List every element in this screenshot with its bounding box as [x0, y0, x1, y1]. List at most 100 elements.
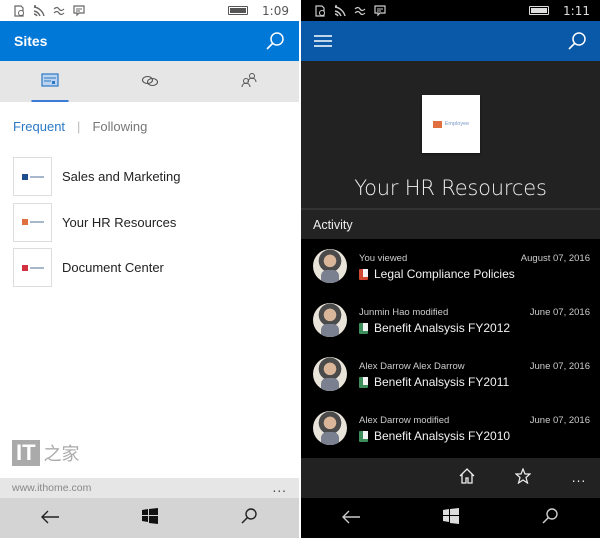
app-bar: [301, 21, 600, 61]
data-sense-icon: [353, 5, 367, 17]
site-thumbnail: [13, 248, 52, 288]
list-item[interactable]: Document Center: [13, 245, 299, 291]
list-item[interactable]: Your HR Resources: [13, 200, 299, 246]
activity-date: June 07, 2016: [529, 415, 590, 426]
avatar: [313, 411, 347, 445]
right-phone-screen: 1:11 Employee Your HR Resources Activity…: [301, 0, 600, 538]
windows-icon: [442, 508, 459, 528]
activity-date: June 07, 2016: [529, 361, 590, 372]
home-icon: [459, 468, 475, 488]
page-title: Sites: [14, 33, 48, 49]
site-logo-mark: [21, 173, 28, 180]
search-icon: [240, 507, 258, 529]
activity-item[interactable]: You viewed August 07, 2016 Legal Complia…: [301, 239, 600, 293]
wifi-signal-icon: [32, 4, 46, 17]
file-name: Legal Compliance Policies: [374, 267, 515, 281]
sim-icon: [313, 4, 327, 17]
site-logo: Employee: [422, 95, 480, 153]
more-button[interactable]: ...: [273, 481, 287, 495]
site-thumbnail: [13, 157, 52, 197]
site-filter: Frequent | Following: [13, 119, 147, 134]
notification-icon: [373, 4, 387, 17]
watermark-it: IT: [12, 440, 40, 466]
home-button[interactable]: [454, 465, 480, 491]
command-bar: www.ithome.com ...: [0, 478, 299, 498]
watermark-url: www.ithome.com: [12, 482, 92, 494]
command-bar: ...: [301, 458, 600, 498]
star-icon: [514, 467, 532, 488]
list-item[interactable]: Sales and Marketing: [13, 154, 299, 200]
status-bar: 1:09: [0, 0, 299, 21]
left-phone-screen: 1:09 Sites Frequent | Following Sales an: [0, 0, 299, 538]
system-nav-bar: [0, 498, 299, 538]
site-header: Employee Your HR Resources: [301, 61, 600, 209]
back-icon: [40, 509, 60, 528]
back-icon: [341, 509, 361, 528]
activity-actor: Alex Darrow modified: [359, 415, 450, 426]
notification-icon: [72, 4, 86, 17]
activity-date: August 07, 2016: [520, 253, 590, 264]
site-logo-text: Employee: [444, 121, 470, 127]
watermark-logo: IT 之家: [12, 440, 80, 466]
search-button[interactable]: [199, 498, 299, 538]
data-sense-icon: [52, 5, 66, 17]
site-title: Your HR Resources: [354, 176, 547, 200]
app-bar: Sites: [0, 21, 299, 61]
site-logo-mark: [432, 120, 442, 128]
excel-file-icon: [359, 430, 368, 442]
start-button[interactable]: [100, 498, 200, 538]
wifi-signal-icon: [333, 4, 347, 17]
excel-file-icon: [359, 376, 368, 388]
file-name: Benefit Analsysis FY2011: [374, 375, 510, 389]
powerpoint-file-icon: [359, 268, 368, 280]
activity-item[interactable]: Junmin Hao modified June 07, 2016 Benefi…: [301, 293, 600, 347]
avatar: [313, 303, 347, 337]
site-name: Document Center: [62, 260, 164, 276]
start-button[interactable]: [401, 498, 501, 538]
link-icon: [141, 72, 159, 91]
hamburger-menu-button[interactable]: [314, 32, 332, 51]
file-name: Benefit Analsysis FY2012: [374, 321, 511, 335]
filter-frequent[interactable]: Frequent: [13, 119, 65, 134]
tab-people[interactable]: [199, 61, 299, 102]
back-button[interactable]: [301, 498, 401, 538]
filter-following[interactable]: Following: [92, 119, 147, 134]
avatar: [313, 357, 347, 391]
activity-list: You viewed August 07, 2016 Legal Complia…: [301, 239, 600, 455]
back-button[interactable]: [0, 498, 100, 538]
activity-actor: Junmin Hao modified: [359, 307, 449, 318]
search-icon[interactable]: [265, 31, 285, 51]
site-list: Sales and Marketing Your HR Resources Do…: [13, 154, 299, 291]
activity-actor: You viewed: [359, 253, 408, 264]
search-button[interactable]: [500, 498, 600, 538]
search-icon: [541, 507, 559, 529]
site-logo-text: [29, 175, 44, 178]
excel-file-icon: [359, 322, 368, 334]
activity-header: Activity: [301, 210, 600, 239]
activity-date: June 07, 2016: [529, 307, 590, 318]
site-thumbnail: [13, 202, 52, 242]
sites-card-icon: [41, 72, 59, 91]
site-logo-mark: [21, 264, 28, 271]
pivot-bar: [0, 61, 299, 102]
sim-icon: [12, 4, 26, 17]
battery-icon: [529, 6, 550, 15]
avatar: [313, 249, 347, 283]
system-nav-bar: [301, 498, 600, 538]
battery-icon: [228, 6, 249, 15]
activity-item[interactable]: Alex Darrow modified June 07, 2016 Benef…: [301, 401, 600, 455]
more-button[interactable]: ...: [566, 465, 592, 491]
tab-links[interactable]: [100, 61, 200, 102]
activity-item[interactable]: Alex Darrow Alex Darrow June 07, 2016 Be…: [301, 347, 600, 401]
tab-sites[interactable]: [0, 61, 100, 102]
windows-icon: [141, 508, 158, 528]
watermark-cn: 之家: [43, 444, 80, 465]
clock: 1:09: [262, 3, 289, 18]
people-icon: [240, 72, 258, 92]
search-icon[interactable]: [567, 31, 587, 51]
site-logo-text: [29, 266, 44, 269]
site-logo-mark: [21, 219, 28, 226]
favorite-button[interactable]: [510, 465, 536, 491]
site-name: Your HR Resources: [62, 214, 177, 230]
site-name: Sales and Marketing: [62, 169, 181, 185]
